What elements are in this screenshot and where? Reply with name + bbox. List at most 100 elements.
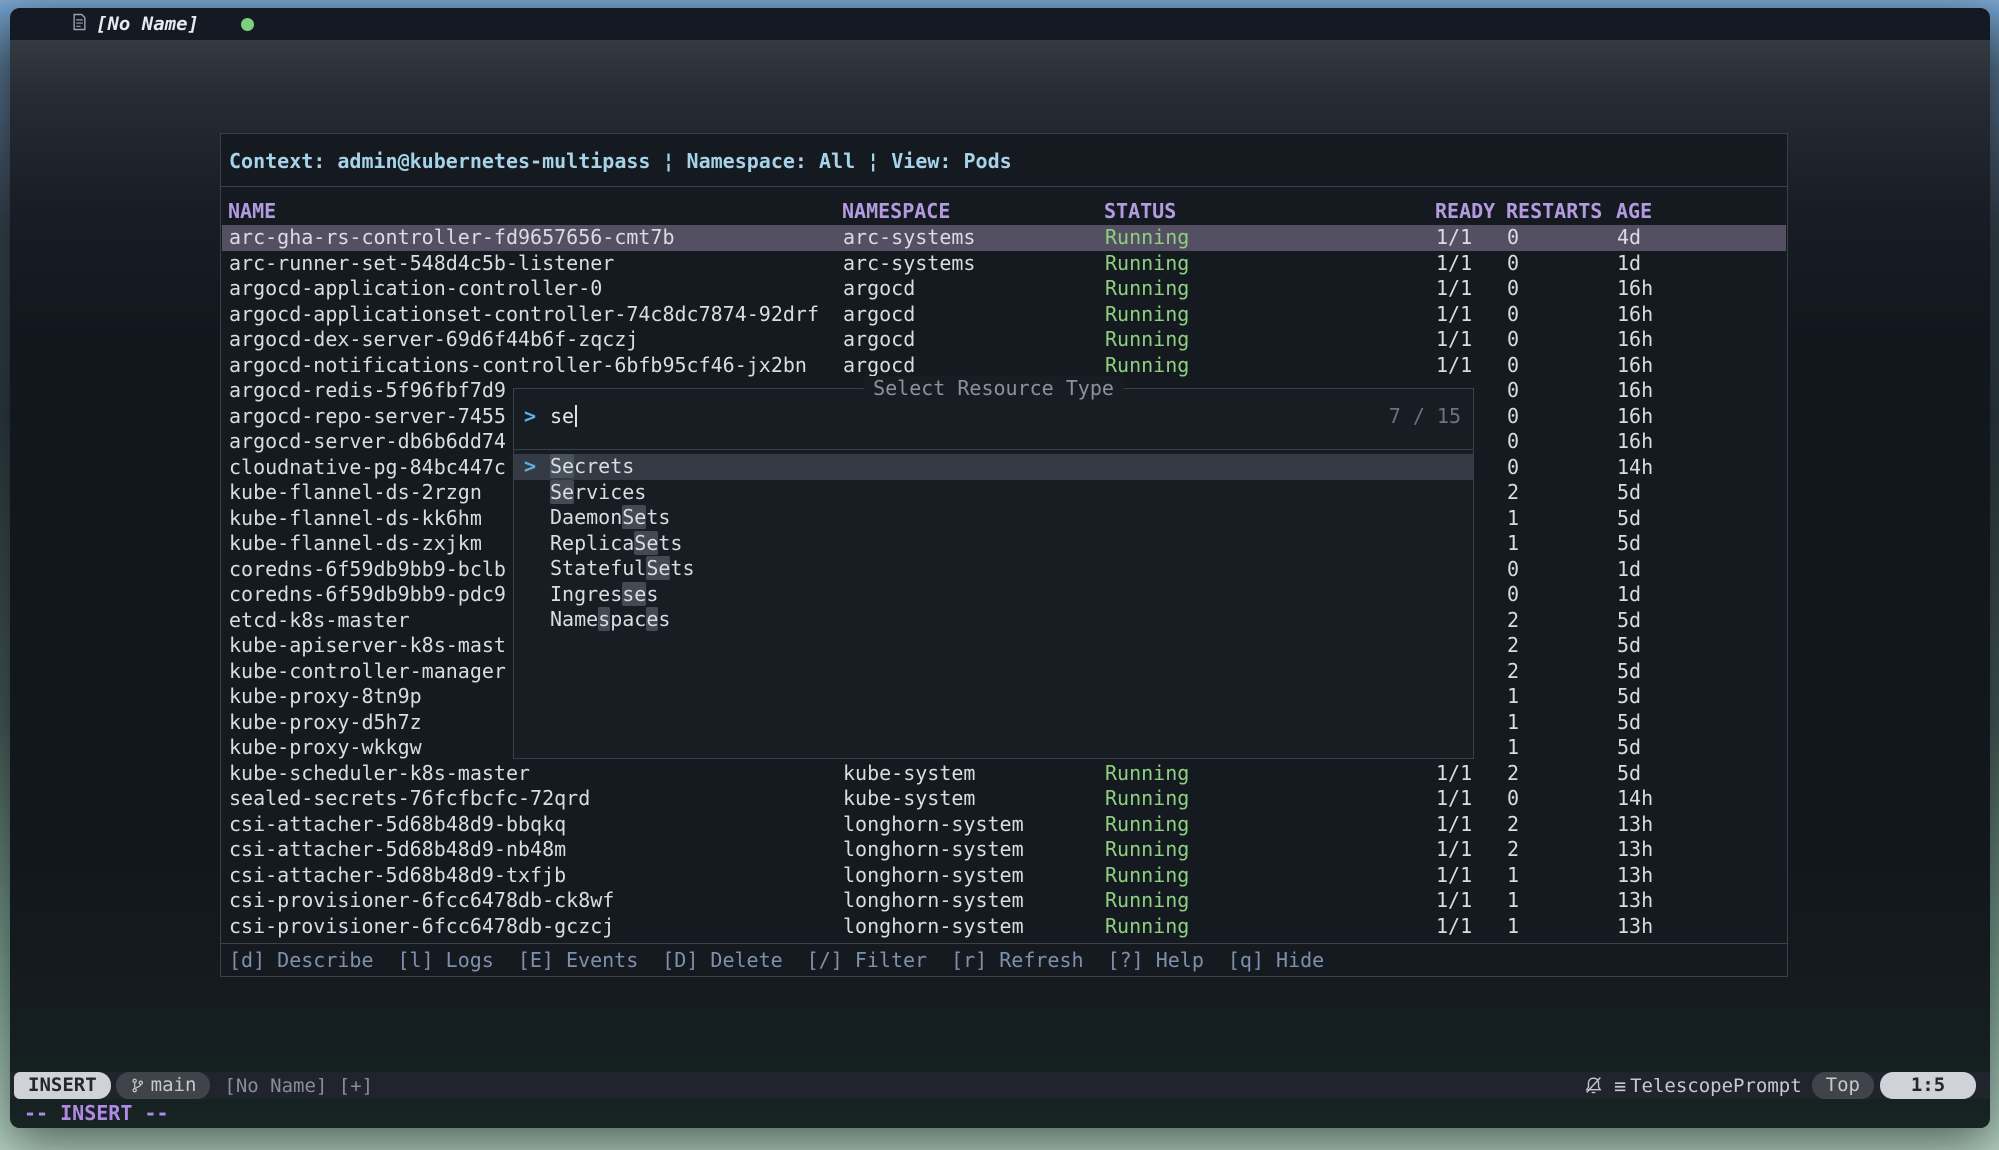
cell-name: csi-attacher-5d68b48d9-txfjb: [229, 863, 566, 889]
terminal-window: [No Name] Context: admin@kubernetes-mult…: [10, 8, 1990, 1128]
cell-restarts: 0: [1507, 404, 1519, 430]
cell-ready: 1/1: [1436, 888, 1472, 914]
picker-item[interactable]: StatefulSets: [514, 556, 1473, 582]
picker-item-label: StatefulSets: [550, 556, 695, 582]
table-row[interactable]: csi-attacher-5d68b48d9-nb48mlonghorn-sys…: [222, 837, 1786, 863]
cell-ready: 1/1: [1436, 353, 1472, 379]
picker-item-label: ReplicaSets: [550, 531, 682, 557]
table-row[interactable]: argocd-dex-server-69d6f44b6f-zqczjargocd…: [222, 327, 1786, 353]
picker-item[interactable]: Ingresses: [514, 582, 1473, 608]
cell-ready: 1/1: [1436, 812, 1472, 838]
table-row[interactable]: arc-gha-rs-controller-fd9657656-cmt7barc…: [222, 225, 1786, 251]
cell-restarts: 0: [1507, 276, 1519, 302]
table-row[interactable]: argocd-application-controller-0argocdRun…: [222, 276, 1786, 302]
document-icon: [72, 13, 87, 35]
picker-item[interactable]: ReplicaSets: [514, 531, 1473, 557]
cell-restarts: 0: [1507, 251, 1519, 277]
git-branch-segment: main: [116, 1072, 211, 1099]
cell-namespace: argocd: [843, 327, 915, 353]
table-row[interactable]: arc-runner-set-548d4c5b-listenerarc-syst…: [222, 251, 1786, 277]
cell-age: 13h: [1617, 812, 1653, 838]
cell-name: argocd-repo-server-7455: [229, 404, 506, 430]
hints-divider: [221, 943, 1787, 944]
cell-name: arc-runner-set-548d4c5b-listener: [229, 251, 614, 277]
cell-restarts: 0: [1507, 582, 1519, 608]
hint-refresh: [r] Refresh: [951, 948, 1083, 972]
bell-muted-icon: [1583, 1075, 1604, 1096]
table-header: NAMENAMESPACESTATUSREADYRESTARTSAGE: [221, 198, 1787, 224]
header-divider: [221, 186, 1787, 187]
picker-item[interactable]: Services: [514, 480, 1473, 506]
cell-name: kube-proxy-d5h7z: [229, 710, 422, 736]
table-row[interactable]: csi-attacher-5d68b48d9-txfjblonghorn-sys…: [222, 863, 1786, 889]
hint-describe: [d] Describe: [229, 948, 374, 972]
cell-name: coredns-6f59db9bb9-bclb: [229, 557, 506, 583]
cell-age: 1d: [1617, 582, 1641, 608]
cell-status: Running: [1105, 863, 1189, 889]
hint-delete: [D] Delete: [662, 948, 782, 972]
table-row[interactable]: argocd-notifications-controller-6bfb95cf…: [222, 353, 1786, 379]
cell-status: Running: [1105, 251, 1189, 277]
picker-prompt[interactable]: > se 7 / 15: [514, 402, 1473, 430]
column-header-age: AGE: [1616, 198, 1652, 224]
picker-item-label: Secrets: [550, 454, 634, 480]
cell-name: argocd-application-controller-0: [229, 276, 602, 302]
table-row[interactable]: sealed-secrets-76fcfbcfc-72qrdkube-syste…: [222, 786, 1786, 812]
file-label: [No Name] [+]: [224, 1075, 373, 1097]
column-header-status: STATUS: [1104, 198, 1176, 224]
cell-restarts: 2: [1507, 659, 1519, 685]
picker-item[interactable]: Namespaces: [514, 607, 1473, 633]
modified-indicator-dot: [241, 18, 254, 31]
cell-age: 13h: [1617, 914, 1653, 940]
cell-restarts: 0: [1507, 302, 1519, 328]
cell-name: kube-flannel-ds-2rzgn: [229, 480, 482, 506]
table-row[interactable]: kube-scheduler-k8s-masterkube-systemRunn…: [222, 761, 1786, 787]
prompt-input[interactable]: se: [550, 402, 574, 430]
cell-age: 16h: [1617, 327, 1653, 353]
cursor-position: 1:5: [1880, 1072, 1976, 1099]
cell-age: 1d: [1617, 251, 1641, 277]
picker-results: >SecretsServicesDaemonSetsReplicaSetsSta…: [514, 454, 1473, 758]
cell-status: Running: [1105, 812, 1189, 838]
match-counter: 7 / 15: [1389, 402, 1461, 430]
cell-age: 16h: [1617, 429, 1653, 455]
list-icon: ≡: [1614, 1074, 1626, 1098]
cell-age: 16h: [1617, 353, 1653, 379]
mode-indicator: INSERT: [14, 1072, 111, 1099]
hint-help: [?] Help: [1108, 948, 1204, 972]
cell-ready: 1/1: [1436, 225, 1472, 251]
cell-restarts: 1: [1507, 710, 1519, 736]
cell-name: csi-provisioner-6fcc6478db-ck8wf: [229, 888, 614, 914]
cell-age: 16h: [1617, 404, 1653, 430]
cell-restarts: 0: [1507, 786, 1519, 812]
picker-item[interactable]: >Secrets: [514, 454, 1473, 480]
table-row[interactable]: csi-attacher-5d68b48d9-bbqkqlonghorn-sys…: [222, 812, 1786, 838]
cell-restarts: 1: [1507, 888, 1519, 914]
tab-no-name[interactable]: [No Name]: [72, 8, 199, 40]
cell-restarts: 1: [1507, 684, 1519, 710]
scroll-position: Top: [1812, 1072, 1874, 1099]
cell-namespace: argocd: [843, 353, 915, 379]
cell-ready: 1/1: [1436, 327, 1472, 353]
prompt-divider: [514, 449, 1473, 450]
cell-age: 5d: [1617, 735, 1641, 761]
tabline: [No Name]: [10, 8, 1990, 40]
table-row[interactable]: csi-provisioner-6fcc6478db-ck8wflonghorn…: [222, 888, 1786, 914]
cell-namespace: arc-systems: [843, 225, 975, 251]
cell-status: Running: [1105, 914, 1189, 940]
hint-events: [E] Events: [518, 948, 638, 972]
cell-ready: 1/1: [1436, 863, 1472, 889]
column-header-namespace: NAMESPACE: [842, 198, 950, 224]
cell-age: 13h: [1617, 837, 1653, 863]
table-row[interactable]: csi-provisioner-6fcc6478db-gczcjlonghorn…: [222, 914, 1786, 940]
table-row[interactable]: argocd-applicationset-controller-74c8dc7…: [222, 302, 1786, 328]
cell-status: Running: [1105, 761, 1189, 787]
cell-ready: 1/1: [1436, 276, 1472, 302]
cell-ready: 1/1: [1436, 302, 1472, 328]
cell-restarts: 0: [1507, 327, 1519, 353]
picker-item-label: Ingresses: [550, 582, 658, 608]
picker-item[interactable]: DaemonSets: [514, 505, 1473, 531]
cell-restarts: 0: [1507, 225, 1519, 251]
git-branch-name: main: [151, 1072, 197, 1099]
cell-age: 5d: [1617, 761, 1641, 787]
